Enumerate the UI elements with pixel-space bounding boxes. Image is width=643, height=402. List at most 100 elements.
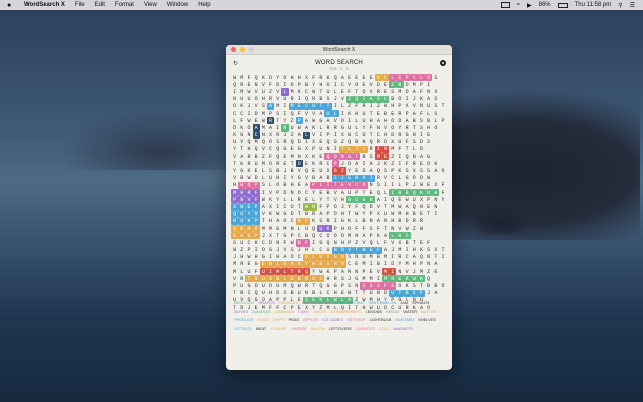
grid-cell[interactable]: E <box>418 160 425 167</box>
grid-cell[interactable]: I <box>332 146 339 153</box>
grid-cell[interactable]: K <box>418 96 425 103</box>
grid-cell[interactable]: H <box>332 290 339 297</box>
grid-cell[interactable]: H <box>331 260 339 269</box>
grid-cell[interactable]: X <box>267 203 274 210</box>
grid-cell[interactable]: M <box>381 268 390 276</box>
letter-grid[interactable]: WMFQKDYOHHXFRKQAEEEERCLEPCLOSQRENVFDIOPB… <box>231 74 447 311</box>
grid-cell[interactable]: G <box>238 132 245 139</box>
grid-cell[interactable]: P <box>324 203 331 210</box>
grid-cell[interactable]: Q <box>425 275 432 282</box>
grid-cell[interactable]: E <box>288 275 296 283</box>
grid-cell[interactable]: Q <box>245 139 252 146</box>
grid-cell[interactable]: B <box>375 254 382 261</box>
grid-cell[interactable]: N <box>324 146 331 153</box>
grid-cell[interactable]: A <box>238 153 245 160</box>
grid-cell[interactable]: E <box>281 260 289 269</box>
grid-cell[interactable] <box>432 139 439 146</box>
grid-cell[interactable]: K <box>346 110 353 117</box>
grid-cell[interactable]: E <box>360 81 367 88</box>
grid-cell[interactable]: S <box>231 203 239 211</box>
grid-cell[interactable]: G <box>267 247 274 254</box>
grid-cell[interactable]: M <box>281 282 288 289</box>
grid-cell[interactable]: M <box>231 261 238 268</box>
grid-cell[interactable]: U <box>231 139 238 146</box>
grid-cell[interactable]: N <box>332 239 339 246</box>
grid-cell[interactable]: E <box>238 224 246 233</box>
grid-cell[interactable]: P <box>310 146 317 153</box>
grid-cell[interactable]: L <box>310 196 317 203</box>
grid-cell[interactable]: K <box>238 160 245 167</box>
grid-cell[interactable]: B <box>238 181 246 189</box>
grid-cell[interactable]: O <box>267 160 274 167</box>
grid-cell[interactable] <box>425 232 432 239</box>
grid-cell[interactable]: D <box>231 124 238 131</box>
grid-cell[interactable]: H <box>238 254 245 261</box>
grid-cell[interactable]: T <box>432 254 439 261</box>
grid-cell[interactable]: E <box>339 290 346 297</box>
grid-cell[interactable]: X <box>281 290 288 297</box>
grid-cell[interactable]: V <box>245 196 253 204</box>
grid-cell[interactable]: D <box>274 81 281 88</box>
grid-cell[interactable]: L <box>353 124 360 131</box>
grid-cell[interactable]: N <box>411 132 418 139</box>
grid-cell[interactable]: U <box>317 146 324 153</box>
grid-cell[interactable]: R <box>238 290 245 297</box>
grid-cell[interactable]: A <box>432 167 439 174</box>
airplay-icon[interactable] <box>500 2 510 8</box>
grid-cell[interactable]: M <box>274 268 282 276</box>
grid-cell[interactable]: I <box>360 95 368 103</box>
grid-cell[interactable]: X <box>324 260 332 269</box>
grid-cell[interactable]: I <box>389 254 396 261</box>
grid-cell[interactable]: Q <box>317 282 324 289</box>
grid-cell[interactable]: E <box>396 275 404 283</box>
grid-cell[interactable]: O <box>296 189 303 196</box>
grid-cell[interactable]: O <box>310 275 318 283</box>
grid-cell[interactable]: R <box>252 210 260 218</box>
grid-cell[interactable]: Z <box>389 81 397 89</box>
grid-cell[interactable]: M <box>396 211 403 218</box>
grid-cell[interactable]: H <box>267 290 274 297</box>
grid-cell[interactable]: N <box>418 103 425 110</box>
grid-cell[interactable]: J <box>411 182 418 189</box>
grid-cell[interactable]: B <box>425 282 432 289</box>
grid-cell[interactable]: L <box>260 167 267 174</box>
grid-cell[interactable]: I <box>332 218 339 225</box>
grid-cell[interactable]: K <box>267 196 274 203</box>
grid-cell[interactable]: P <box>404 110 411 117</box>
grid-cell[interactable] <box>425 218 432 225</box>
grid-cell[interactable]: L <box>353 218 360 225</box>
grid-cell[interactable]: X <box>389 139 396 146</box>
grid-cell[interactable]: D <box>404 218 411 225</box>
grid-cell[interactable]: L <box>281 88 289 96</box>
grid-cell[interactable] <box>439 225 446 232</box>
grid-cell[interactable]: D <box>253 175 260 182</box>
grid-cell[interactable]: U <box>260 290 267 297</box>
grid-cell[interactable]: H <box>411 247 418 254</box>
grid-cell[interactable]: P <box>353 189 360 196</box>
grid-cell[interactable]: L <box>432 117 439 124</box>
grid-cell[interactable]: Q <box>245 181 253 189</box>
grid-cell[interactable]: C <box>252 131 260 139</box>
grid-cell[interactable]: R <box>332 275 339 282</box>
grid-cell[interactable]: I <box>310 239 317 246</box>
grid-cell[interactable]: X <box>324 167 331 174</box>
grid-cell[interactable]: A <box>317 175 324 182</box>
grid-cell[interactable]: X <box>432 88 439 95</box>
grid-cell[interactable]: R <box>302 275 311 283</box>
grid-cell[interactable]: H <box>368 117 375 124</box>
grid-cell[interactable]: N <box>381 145 390 154</box>
grid-cell[interactable]: R <box>281 139 288 146</box>
grid-cell[interactable]: B <box>403 189 411 197</box>
grid-cell[interactable]: A <box>360 232 367 239</box>
grid-cell[interactable]: B <box>404 239 411 246</box>
grid-cell[interactable]: R <box>245 160 252 167</box>
grid-cell[interactable]: N <box>353 232 360 239</box>
clock[interactable]: Thu 11:58 pm <box>575 2 612 8</box>
grid-cell[interactable]: G <box>353 275 360 282</box>
grid-cell[interactable]: D <box>296 139 303 146</box>
grid-cell[interactable]: G <box>425 153 432 160</box>
grid-cell[interactable]: P <box>324 211 331 218</box>
grid-cell[interactable]: K <box>267 211 274 218</box>
grid-cell[interactable]: A <box>404 117 411 124</box>
grid-cell[interactable]: T <box>324 196 331 203</box>
